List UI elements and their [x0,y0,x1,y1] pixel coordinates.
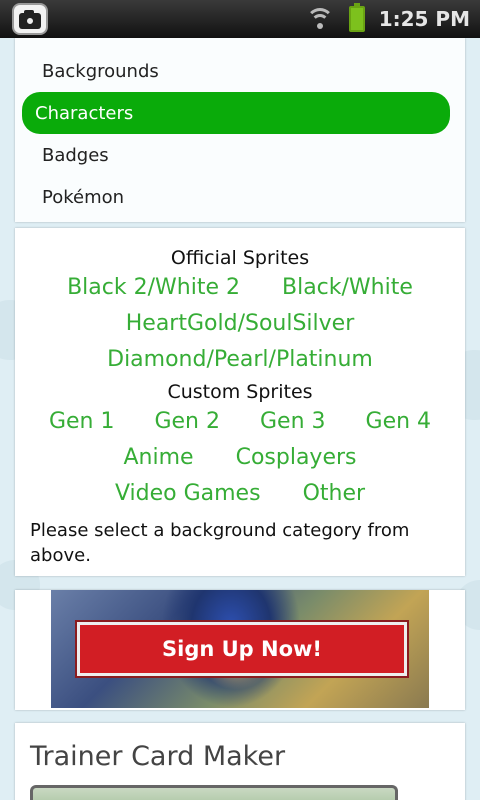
official-sprites-heading: Official Sprites [170,247,310,269]
nav-item-pokemon[interactable]: Pokémon [22,176,450,218]
link-video-games[interactable]: Video Games [115,476,261,512]
battery-icon [348,3,365,32]
status-time: 1:25 PM [378,7,470,31]
link-gen-2[interactable]: Gen 2 [154,404,220,440]
nav-item-characters[interactable]: Characters [22,92,450,134]
helper-text: Please select a background category from… [30,520,410,566]
link-gen-1[interactable]: Gen 1 [49,404,115,440]
trainer-card-preview [30,785,398,800]
link-cosplayers[interactable]: Cosplayers [236,440,357,476]
link-black-white[interactable]: Black/White [282,270,413,306]
wifi-icon [305,8,335,30]
nav-item-badges[interactable]: Badges [22,134,450,176]
ad-banner[interactable]: Sign Up Now! [51,590,429,708]
trainer-card-title: Trainer Card Maker [30,741,286,772]
link-gen-3[interactable]: Gen 3 [260,404,326,440]
camera-icon [12,3,48,35]
link-black2-white2[interactable]: Black 2/White 2 [67,270,240,306]
link-diamond-pearl-platinum[interactable]: Diamond/Pearl/Platinum [107,342,373,378]
nav-item-backgrounds[interactable]: Backgrounds [22,50,450,92]
link-heartgold-soulsilver[interactable]: HeartGold/SoulSilver [126,306,355,342]
link-gen-4[interactable]: Gen 4 [366,404,432,440]
sprite-category-panel: Official Sprites Black 2/White 2 Black/W… [15,228,465,576]
status-bar: 1:25 PM [0,0,480,38]
sign-up-button[interactable]: Sign Up Now! [75,620,409,678]
trainer-card-panel: Trainer Card Maker [15,723,465,800]
category-nav: Backgrounds Characters Badges Pokémon [15,38,465,222]
ad-panel: Sign Up Now! [15,590,465,710]
custom-sprites-heading: Custom Sprites [167,381,313,403]
link-other[interactable]: Other [303,476,365,512]
link-anime[interactable]: Anime [124,440,194,476]
